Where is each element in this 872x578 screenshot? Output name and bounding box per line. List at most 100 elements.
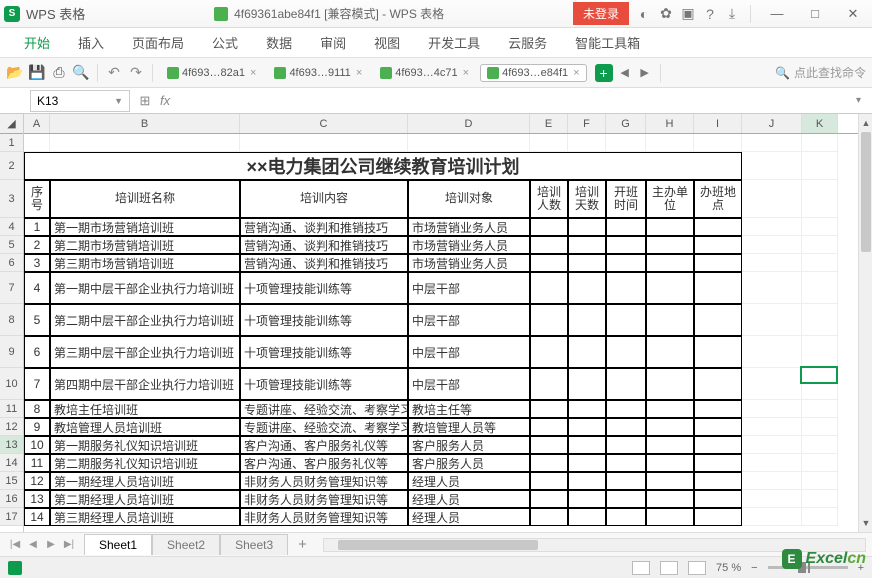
- table-cell[interactable]: [568, 490, 606, 508]
- share-icon[interactable]: ⤓: [725, 7, 739, 21]
- table-cell[interactable]: 十项管理技能训练等: [240, 368, 408, 400]
- table-cell[interactable]: 中层干部: [408, 272, 530, 304]
- cell[interactable]: [742, 418, 802, 436]
- cell[interactable]: [802, 418, 838, 436]
- table-cell[interactable]: [606, 304, 646, 336]
- redo-icon[interactable]: ↷: [127, 64, 145, 82]
- table-cell[interactable]: [606, 508, 646, 526]
- cell[interactable]: [50, 134, 240, 152]
- skin-icon[interactable]: ▣: [681, 7, 695, 21]
- cell[interactable]: [742, 254, 802, 272]
- table-cell[interactable]: [694, 400, 742, 418]
- table-cell[interactable]: [530, 236, 568, 254]
- cell[interactable]: [742, 436, 802, 454]
- table-cell[interactable]: 中层干部: [408, 336, 530, 368]
- name-box-dropdown-icon[interactable]: ▼: [114, 96, 123, 106]
- menu-layout[interactable]: 页面布局: [118, 27, 198, 58]
- table-cell[interactable]: 客户沟通、客户服务礼仪等: [240, 436, 408, 454]
- table-cell[interactable]: 9: [24, 418, 50, 436]
- menu-view[interactable]: 视图: [360, 27, 414, 58]
- cell[interactable]: [742, 134, 802, 152]
- add-sheet-button[interactable]: +: [288, 536, 317, 553]
- table-cell[interactable]: [694, 436, 742, 454]
- table-header[interactable]: 主办单位: [646, 180, 694, 218]
- menu-dev[interactable]: 开发工具: [414, 27, 494, 58]
- table-cell[interactable]: 13: [24, 490, 50, 508]
- row-header-3[interactable]: 3: [0, 180, 23, 218]
- table-cell[interactable]: [530, 454, 568, 472]
- row-header-7[interactable]: 7: [0, 272, 23, 304]
- table-cell[interactable]: 第二期中层干部企业执行力培训班: [50, 304, 240, 336]
- table-cell[interactable]: 经理人员: [408, 508, 530, 526]
- row-header-2[interactable]: 2: [0, 152, 23, 180]
- cell[interactable]: [742, 490, 802, 508]
- table-cell[interactable]: [530, 508, 568, 526]
- table-cell[interactable]: [694, 472, 742, 490]
- table-cell[interactable]: [694, 336, 742, 368]
- table-cell[interactable]: [568, 368, 606, 400]
- table-cell[interactable]: 第二期服务礼仪知识培训班: [50, 454, 240, 472]
- table-cell[interactable]: [646, 236, 694, 254]
- table-cell[interactable]: [606, 472, 646, 490]
- col-header-J[interactable]: J: [742, 114, 802, 133]
- table-cell[interactable]: 14: [24, 508, 50, 526]
- view-page-icon[interactable]: [660, 561, 678, 575]
- zoom-out-icon[interactable]: −: [751, 562, 757, 574]
- table-cell[interactable]: [530, 400, 568, 418]
- table-cell[interactable]: [694, 218, 742, 236]
- table-cell[interactable]: 教培管理人员等: [408, 418, 530, 436]
- table-cell[interactable]: [568, 508, 606, 526]
- table-header[interactable]: 培训天数: [568, 180, 606, 218]
- cell[interactable]: [742, 272, 802, 304]
- row-header-12[interactable]: 12: [0, 418, 23, 436]
- formula-input[interactable]: [176, 90, 856, 112]
- table-cell[interactable]: 4: [24, 272, 50, 304]
- cell[interactable]: [742, 454, 802, 472]
- table-cell[interactable]: [646, 272, 694, 304]
- sheet-prev-icon[interactable]: ◀: [26, 539, 40, 550]
- maximize-button[interactable]: □: [800, 4, 830, 24]
- table-cell[interactable]: 市场营销业务人员: [408, 236, 530, 254]
- table-cell[interactable]: 经理人员: [408, 472, 530, 490]
- cell[interactable]: [802, 272, 838, 304]
- doc-heading[interactable]: ××电力集团公司继续教育培训计划: [24, 152, 742, 180]
- menu-cloud[interactable]: 云服务: [494, 27, 561, 58]
- table-cell[interactable]: [568, 336, 606, 368]
- tab-prev-icon[interactable]: ◀: [617, 65, 633, 81]
- table-cell[interactable]: 教培主任培训班: [50, 400, 240, 418]
- minimize-button[interactable]: —: [762, 4, 792, 24]
- table-cell[interactable]: [530, 472, 568, 490]
- row-header-8[interactable]: 8: [0, 304, 23, 336]
- table-cell[interactable]: [646, 508, 694, 526]
- table-cell[interactable]: [694, 272, 742, 304]
- row-header-14[interactable]: 14: [0, 454, 23, 472]
- sheet-tab-3[interactable]: Sheet3: [220, 534, 288, 555]
- col-header-I[interactable]: I: [694, 114, 742, 133]
- table-cell[interactable]: [606, 454, 646, 472]
- table-cell[interactable]: [646, 400, 694, 418]
- table-cell[interactable]: [530, 336, 568, 368]
- undo-icon[interactable]: ↶: [105, 64, 123, 82]
- scroll-up-icon[interactable]: ▲: [859, 116, 872, 130]
- table-header[interactable]: 培训人数: [530, 180, 568, 218]
- table-cell[interactable]: 经理人员: [408, 490, 530, 508]
- tab-close-icon[interactable]: ×: [250, 67, 256, 79]
- cell[interactable]: [742, 400, 802, 418]
- hscroll-thumb[interactable]: [338, 540, 538, 550]
- col-header-H[interactable]: H: [646, 114, 694, 133]
- table-cell[interactable]: [646, 490, 694, 508]
- row-header-13[interactable]: 13: [0, 436, 23, 454]
- sheet-first-icon[interactable]: |◀: [8, 539, 22, 550]
- table-cell[interactable]: [568, 418, 606, 436]
- table-cell[interactable]: [694, 368, 742, 400]
- table-cell[interactable]: 12: [24, 472, 50, 490]
- table-cell[interactable]: 8: [24, 400, 50, 418]
- table-cell[interactable]: [646, 304, 694, 336]
- table-cell[interactable]: [694, 254, 742, 272]
- col-header-F[interactable]: F: [568, 114, 606, 133]
- table-header[interactable]: 序号: [24, 180, 50, 218]
- table-cell[interactable]: 客户服务人员: [408, 454, 530, 472]
- table-cell[interactable]: 3: [24, 254, 50, 272]
- cell[interactable]: [606, 134, 646, 152]
- cell[interactable]: [802, 454, 838, 472]
